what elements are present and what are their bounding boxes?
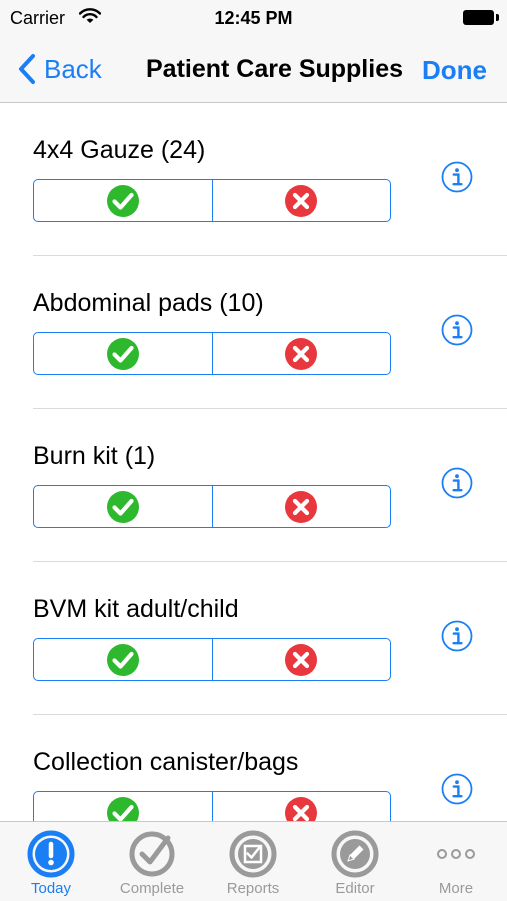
info-icon[interactable] — [441, 314, 473, 346]
info-icon[interactable] — [441, 161, 473, 193]
cross-button[interactable] — [211, 486, 391, 527]
navigation-bar: Back Patient Care Supplies Done — [0, 36, 507, 103]
checkmark-icon — [106, 184, 139, 217]
tab-label: Complete — [119, 880, 185, 897]
tab-label: Editor — [335, 880, 375, 897]
status-time: 12:45 PM — [214, 8, 293, 28]
check-button[interactable] — [34, 486, 212, 527]
checkmark-icon — [106, 643, 139, 676]
check-button[interactable] — [34, 333, 212, 374]
item-label: BVM kit adult/child — [33, 595, 239, 623]
checkmark-icon — [106, 796, 139, 821]
tab-complete[interactable]: Complete — [102, 822, 202, 901]
close-icon — [285, 490, 318, 523]
tab-label: Reports — [226, 880, 280, 897]
status-segmented-control — [33, 638, 391, 681]
exclamation-circle-icon — [27, 830, 75, 878]
tab-label: More — [438, 880, 474, 897]
pencil-circle-icon — [331, 830, 379, 878]
more-dots-icon — [437, 849, 475, 859]
close-icon — [285, 337, 318, 370]
close-icon — [285, 796, 318, 821]
list-item: Collection canister/bags — [0, 715, 507, 821]
tab-today[interactable]: Today — [1, 822, 101, 901]
check-button[interactable] — [34, 180, 212, 221]
tab-bar: Today Complete Reports Editor More — [0, 821, 507, 901]
status-segmented-control — [33, 179, 391, 222]
status-segmented-control — [33, 332, 391, 375]
status-segmented-control — [33, 791, 391, 821]
list-item: Burn kit (1) — [0, 409, 507, 562]
battery-icon — [463, 10, 499, 25]
status-bar: Carrier 12:45 PM — [0, 0, 507, 36]
info-icon[interactable] — [441, 467, 473, 499]
check-button[interactable] — [34, 639, 212, 680]
cross-button[interactable] — [211, 639, 391, 680]
tab-more[interactable]: More — [406, 822, 506, 901]
item-label: Burn kit (1) — [33, 442, 156, 470]
tab-label: Today — [30, 880, 72, 897]
checkmark-circle-icon — [129, 831, 175, 877]
checkmark-icon — [106, 490, 139, 523]
item-label: Collection canister/bags — [33, 748, 299, 776]
cross-button[interactable] — [211, 180, 391, 221]
close-icon — [285, 184, 318, 217]
report-check-icon — [229, 830, 277, 878]
close-icon — [285, 643, 318, 676]
check-button[interactable] — [34, 792, 212, 821]
item-label: Abdominal pads (10) — [33, 289, 264, 317]
item-label: 4x4 Gauze (24) — [33, 136, 206, 164]
list-item: Abdominal pads (10) — [0, 256, 507, 409]
info-icon[interactable] — [441, 773, 473, 805]
checkmark-icon — [106, 337, 139, 370]
status-segmented-control — [33, 485, 391, 528]
cross-button[interactable] — [211, 333, 391, 374]
info-icon[interactable] — [441, 620, 473, 652]
list-item: 4x4 Gauze (24) — [0, 103, 507, 256]
cross-button[interactable] — [211, 792, 391, 821]
list-item: BVM kit adult/child — [0, 562, 507, 715]
tab-reports[interactable]: Reports — [203, 822, 303, 901]
supplies-list: 4x4 Gauze (24) Abdominal pads (10) Burn … — [0, 103, 507, 821]
done-button[interactable]: Done — [422, 55, 487, 86]
tab-editor[interactable]: Editor — [305, 822, 405, 901]
